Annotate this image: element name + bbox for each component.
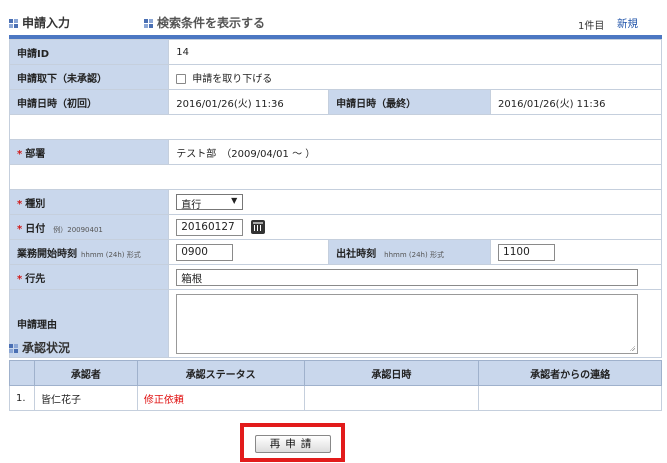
section-icon (9, 18, 19, 29)
column-header: 承認者からの連絡 (478, 360, 662, 386)
column-header: 承認者 (33, 360, 138, 386)
date-last-label: 申請日時（最終） (328, 89, 492, 115)
form-row-request-id: 申請ID 14 (8, 39, 662, 65)
start-time-label: 業務開始時刻 (17, 248, 77, 260)
request-id-label: 申請ID (8, 39, 170, 65)
type-label: 種別 (25, 198, 46, 210)
page-title-text: 申請入力 (22, 16, 71, 30)
form-row-withdraw: 申請取下（未承認） 申請を取り下げる (8, 64, 662, 90)
approval-table-header: 承認者 承認ステータス 承認日時 承認者からの連絡 (9, 360, 662, 386)
approval-table: 承認者 承認ステータス 承認日時 承認者からの連絡 1. 皆仁花子 修正依頼 (9, 360, 662, 411)
record-count: 1件目 (578, 21, 605, 32)
form-row-date: * 日付 例）20090401 20160127 (8, 214, 662, 240)
approver-message (478, 385, 662, 411)
destination-label: 行先 (25, 273, 46, 285)
row-number: 1. (9, 385, 35, 411)
date-hint: 例）20090401 (53, 225, 103, 234)
column-header: 承認ステータス (136, 360, 305, 386)
required-mark: * (17, 223, 23, 235)
form-row-times: 業務開始時刻 hhmm (24h) 形式 0900 出社時刻 hhmm (24h) … (8, 239, 662, 265)
withdraw-checkbox-label[interactable]: 申請を取り下げる (192, 74, 272, 85)
start-time-hint: hhmm (24h) 形式 (81, 250, 141, 259)
office-time-input[interactable]: 1100 (498, 243, 556, 261)
office-time-label: 出社時刻 (336, 248, 377, 260)
column-header: 承認日時 (303, 360, 480, 386)
table-row: 1. 皆仁花子 修正依頼 (9, 385, 662, 411)
section-icon (144, 18, 154, 29)
department-value: テスト部 （2009/04/01 ～ ） (168, 139, 662, 165)
show-search-conditions-link[interactable]: 検索条件を表示する (144, 14, 265, 31)
type-select[interactable]: 直行 ▼ (176, 194, 244, 211)
withdraw-label: 申請取下（未承認） (8, 64, 170, 90)
show-search-conditions-text: 検索条件を表示する (157, 16, 266, 30)
resubmit-button[interactable]: 再申請 (255, 435, 331, 453)
approval-section-title-text: 承認状況 (22, 341, 71, 355)
form-row-department: * 部署 テスト部 （2009/04/01 ～ ） (8, 139, 662, 165)
type-select-value: 直行 (181, 200, 202, 211)
date-label: 日付 (25, 223, 46, 235)
required-mark: * (17, 273, 23, 285)
chevron-down-icon: ▼ (231, 196, 238, 205)
calendar-icon[interactable] (251, 220, 266, 234)
approval-date (303, 385, 480, 411)
reason-textarea[interactable] (176, 293, 639, 354)
request-form: 申請ID 14 申請取下（未承認） 申請を取り下げる 申請日時（初回） 2016… (8, 39, 662, 358)
date-input[interactable]: 20160127 (176, 218, 244, 236)
request-id-value: 14 (168, 39, 662, 65)
new-link[interactable]: 新規 (617, 16, 638, 31)
destination-input[interactable]: 箱根 (176, 268, 639, 286)
withdraw-checkbox[interactable] (176, 73, 187, 84)
department-label: 部署 (25, 148, 46, 160)
form-row-dates: 申請日時（初回） 2016/01/26(火) 11:36 申請日時（最終） 20… (8, 89, 662, 115)
page-title: 申請入力 (9, 14, 70, 31)
approval-section-title: 承認状況 (9, 339, 70, 356)
office-time-hint: hhmm (24h) 形式 (384, 250, 444, 259)
form-row-destination: * 行先 箱根 (8, 264, 662, 290)
date-last-value: 2016/01/26(火) 11:36 (490, 89, 662, 115)
form-row-reason: 申請理由 (8, 289, 662, 358)
form-row-type: * 種別 直行 ▼ (8, 189, 662, 215)
section-icon (9, 343, 19, 354)
top-bar: 申請入力 検索条件を表示する 1件目 新規 (0, 0, 667, 39)
approver-name: 皆仁花子 (33, 385, 138, 411)
start-time-input[interactable]: 0900 (176, 243, 234, 261)
date-first-value: 2016/01/26(火) 11:36 (168, 89, 330, 115)
date-first-label: 申請日時（初回） (8, 89, 170, 115)
resubmit-highlight: 再申請 (240, 423, 345, 462)
required-mark: * (17, 148, 23, 160)
approval-status: 修正依頼 (136, 385, 305, 411)
required-mark: * (17, 198, 23, 210)
